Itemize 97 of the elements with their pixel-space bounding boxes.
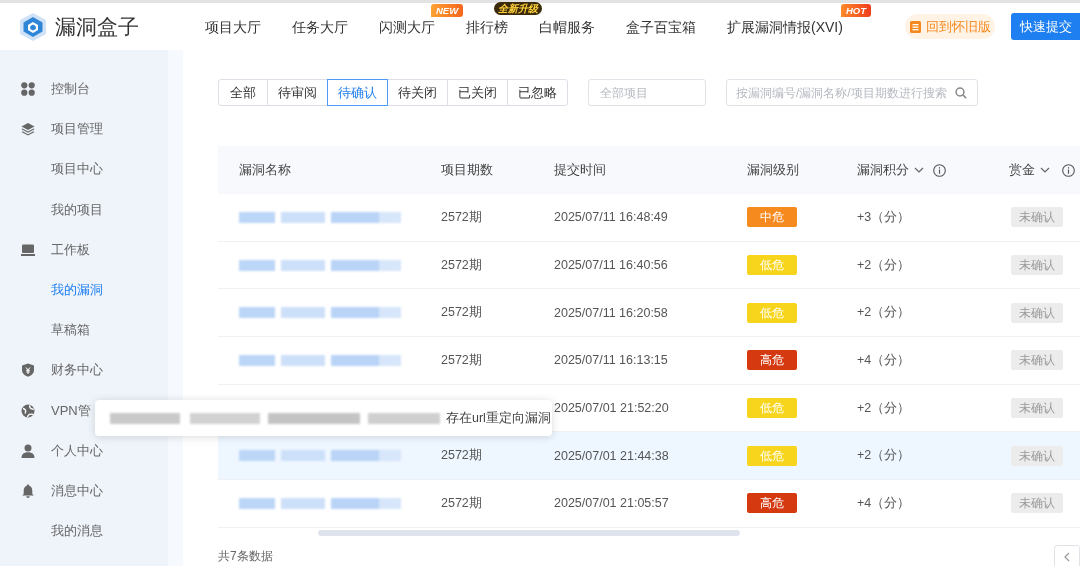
shield-icon [21,363,35,378]
table-cell: 2572期 [441,494,482,512]
quick-submit-button[interactable]: 快速提交 [1011,13,1080,40]
horizontal-scrollbar[interactable] [318,529,740,536]
severity-tag: 中危 [747,207,797,228]
nav-link[interactable]: 盒子百宝箱 [626,16,696,37]
severity-tag: 低危 [747,398,797,419]
nav-link[interactable]: 白帽服务 [539,16,595,37]
redacted-text[interactable] [239,211,401,223]
sidebar-item[interactable]: 工作板 [0,229,168,270]
sidebar-item[interactable]: 个人中心 [0,430,168,471]
project-select[interactable]: 全部项目 [588,79,706,106]
sidebar-item[interactable]: 财务中心 [0,350,168,391]
nav-link[interactable]: 闪测大厅 [379,16,435,37]
severity-tag: 低危 [747,445,797,466]
redacted-text[interactable] [239,497,401,509]
chevron-left-icon [1064,551,1070,562]
table-cell: +2（分） [857,447,911,465]
logo-text: 漏洞盒子 [55,13,139,40]
sidebar-item[interactable]: 控制台 [0,69,168,110]
table-cell: 2025/07/11 16:13:15 [554,353,668,368]
severity-tag: 低危 [747,302,797,323]
status-tag: 未确认 [1011,302,1063,323]
nav-badge: HOT [840,3,871,17]
status-tab[interactable]: 待审阅 [267,79,328,106]
total-count: 共7条数据 [218,548,273,563]
nav-badge: NEW [431,3,464,17]
sidebar-item[interactable]: 消息中心 [0,470,168,512]
table-cell: 2572期 [441,208,482,226]
sidebar-item[interactable]: 我的漏洞 [0,269,168,311]
column-header: 漏洞名称 [239,161,291,179]
column-header: 提交时间 [554,161,606,179]
grid-icon [21,82,35,97]
search-icon [955,86,967,99]
nav-link[interactable]: 项目大厅 [205,16,261,37]
tooltip-text: 存在url重定向漏洞 [446,409,551,427]
status-tab[interactable]: 已关闭 [447,79,508,106]
status-tab[interactable]: 已忽略 [507,79,568,106]
table-cell: +4（分） [857,351,911,369]
nav-link[interactable]: 扩展漏洞情报(XVI) [727,16,843,37]
table-cell: 2572期 [441,447,482,465]
previous-page-button[interactable] [1054,544,1080,566]
nav-link[interactable]: 排行榜 [466,16,508,37]
sidebar-item[interactable]: 我的消息 [0,511,168,552]
search-field[interactable]: 按漏洞编号/漏洞名称/项目期数进行搜索 [726,79,978,106]
status-tag: 未确认 [1011,350,1063,371]
table-cell: 2572期 [441,256,482,274]
severity-tag: 高危 [747,493,797,514]
table-cell: 2025/07/11 16:48:49 [554,210,668,225]
status-tab[interactable]: 全部 [218,79,268,106]
caret-icon[interactable] [914,167,924,173]
table-cell: 2572期 [441,304,482,322]
status-tab[interactable]: 待关闭 [387,79,448,106]
bell-icon [21,483,35,498]
table-cell: +2（分） [857,256,911,274]
sidebar-item[interactable]: 项目中心 [0,149,168,190]
monitor-icon [21,242,35,257]
sidebar-item[interactable]: 项目管理 [0,109,168,150]
info-icon[interactable] [1062,163,1075,177]
sidebar-item[interactable]: 我的项目 [0,189,168,230]
redacted-text[interactable] [239,354,401,366]
table-cell: 2025/07/11 16:20:58 [554,305,668,320]
sidebar-item[interactable]: 草稿箱 [0,310,168,351]
severity-tag: 高危 [747,350,797,371]
column-header: 漏洞级别 [747,161,799,179]
redacted-text[interactable] [239,307,401,319]
document-icon [909,20,921,33]
table-cell: 2025/07/01 21:44:38 [554,448,669,463]
status-tab[interactable]: 待确认 [327,79,388,106]
status-tag: 未确认 [1011,398,1063,419]
table-cell: 2572期 [441,351,482,369]
table-cell: +4（分） [857,494,911,512]
status-tag: 未确认 [1011,207,1063,228]
column-header: 漏洞积分 [857,161,909,179]
status-tag: 未确认 [1011,445,1063,466]
status-tag: 未确认 [1011,493,1063,514]
table-cell: 2025/07/11 16:40:56 [554,258,668,273]
table-cell: 2025/07/01 21:05:57 [554,496,669,511]
caret-icon[interactable] [1040,167,1050,173]
layers-icon [21,122,35,137]
globe-icon [21,403,35,418]
redacted-text[interactable] [239,259,401,271]
info-icon[interactable] [933,163,946,177]
logo-icon [20,12,46,41]
table-cell: 2025/07/01 21:52:20 [554,401,669,416]
table-cell: +3（分） [857,208,911,226]
column-header: 项目期数 [441,161,493,179]
sidebar-item[interactable]: VPN管 [0,390,168,431]
table-cell: +2（分） [857,399,911,417]
nav-link[interactable]: 任务大厅 [292,16,348,37]
redacted-text[interactable] [239,450,401,462]
table-cell: +2（分） [857,304,911,322]
column-header: 赏金 [1009,161,1035,179]
nav-badge: 全新升级 [494,1,542,15]
status-tag: 未确认 [1011,255,1063,276]
person-icon [21,443,35,458]
severity-tag: 低危 [747,255,797,276]
